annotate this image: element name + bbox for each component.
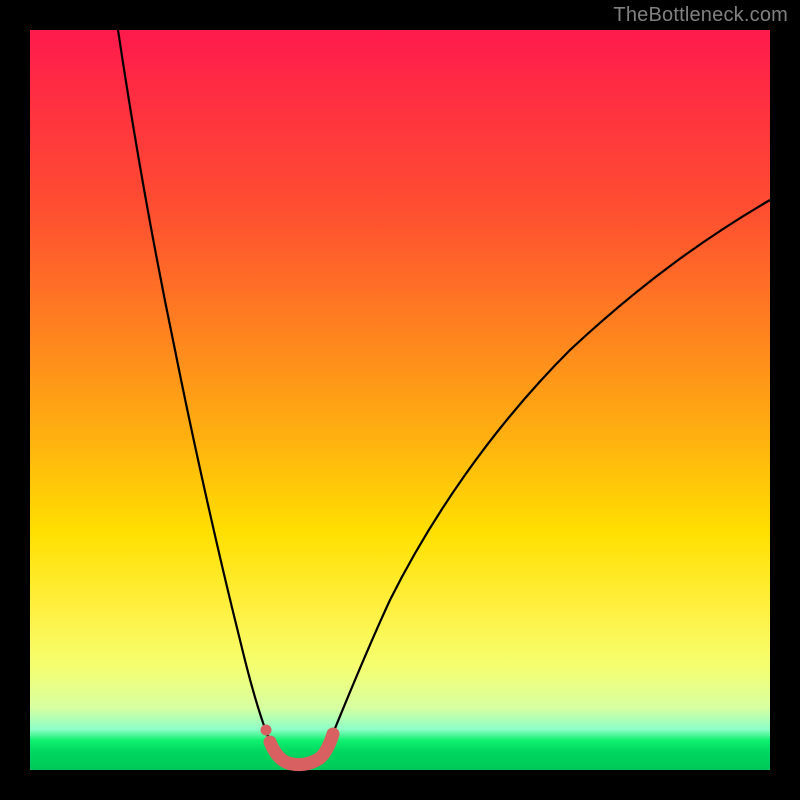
watermark-text: TheBottleneck.com xyxy=(613,4,788,27)
chart-frame: TheBottleneck.com xyxy=(0,0,800,800)
curve-layer xyxy=(30,30,770,770)
plot-area xyxy=(30,30,770,770)
curve-minimum-highlight xyxy=(270,734,333,765)
highlight-dot xyxy=(261,725,272,736)
curve-right-branch xyxy=(326,200,770,750)
curve-left-branch xyxy=(118,30,274,750)
